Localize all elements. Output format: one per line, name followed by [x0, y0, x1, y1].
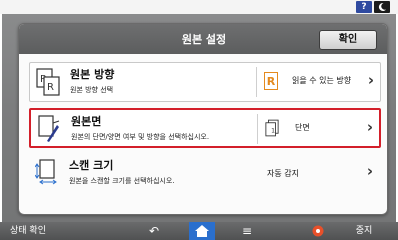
- row-divider: [257, 114, 258, 144]
- original-orientation-row[interactable]: R R 원본 방향 원본 방향 선택 R 읽을 수 있는 방향 ›: [29, 62, 381, 102]
- original-orientation-value: 읽을 수 있는 방향: [292, 76, 352, 85]
- original-settings-dialog: 원본 설정 확인 R R 원본 방향 원본 방향 선택 R 읽을 수 있는 방향…: [18, 23, 388, 215]
- moon-icon[interactable]: [374, 1, 390, 13]
- screen: ? 원본 설정 확인 R R 원본 방향 원본 방향 선택 R 읽을 수 있는 …: [0, 0, 398, 240]
- original-sides-title: 원본면: [71, 115, 102, 128]
- bottom-bar: 상태 확인 ↶ ≡ 중지: [0, 222, 398, 240]
- stop-label[interactable]: 중지: [349, 222, 379, 240]
- original-sides-description: 원본의 단면/양면 여부 및 방향을 선택하십시오.: [71, 133, 210, 141]
- scan-size-title: 스캔 크기: [69, 159, 114, 172]
- single-sided-icon: 1: [265, 119, 279, 137]
- help-button[interactable]: ?: [356, 1, 372, 13]
- scan-size-row[interactable]: 스캔 크기 원본을 스캔할 크기를 선택하십시오. 자동 감지 ›: [29, 154, 379, 192]
- chevron-right-icon: ›: [366, 118, 373, 136]
- original-orientation-icon: R R: [36, 68, 60, 96]
- ok-button[interactable]: 확인: [319, 30, 377, 50]
- home-icon-graphic: [195, 225, 209, 237]
- stop-icon[interactable]: [311, 222, 325, 240]
- status-check-button[interactable]: 상태 확인: [10, 222, 70, 240]
- row-divider: [256, 67, 257, 97]
- back-icon[interactable]: ↶: [143, 222, 165, 240]
- original-sides-value: 단면: [295, 123, 310, 132]
- dialog-title: 원본 설정: [181, 33, 227, 46]
- original-sides-icon: [38, 115, 60, 142]
- readable-orientation-icon: R: [264, 72, 278, 90]
- svg-text:R: R: [47, 82, 54, 93]
- svg-text:1: 1: [271, 127, 275, 134]
- original-orientation-title: 원본 방향: [70, 68, 115, 81]
- scan-size-value: 자동 감지: [267, 169, 299, 178]
- moon-icon-graphic: [378, 2, 386, 11]
- chevron-right-icon: ›: [366, 162, 373, 180]
- stop-icon-graphic: [312, 225, 324, 237]
- system-strip: ?: [0, 0, 398, 14]
- scan-size-description: 원본을 스캔할 크기를 선택하십시오.: [69, 177, 175, 185]
- original-sides-row[interactable]: 원본면 원본의 단면/양면 여부 및 방향을 선택하십시오. 1 단면 ›: [29, 108, 381, 148]
- dialog-header: 원본 설정 확인: [19, 24, 387, 54]
- home-icon[interactable]: [189, 222, 215, 240]
- original-orientation-description: 원본 방향 선택: [70, 86, 114, 94]
- menu-icon[interactable]: ≡: [236, 222, 258, 240]
- chevron-right-icon: ›: [367, 71, 374, 89]
- scan-size-icon: [35, 159, 57, 185]
